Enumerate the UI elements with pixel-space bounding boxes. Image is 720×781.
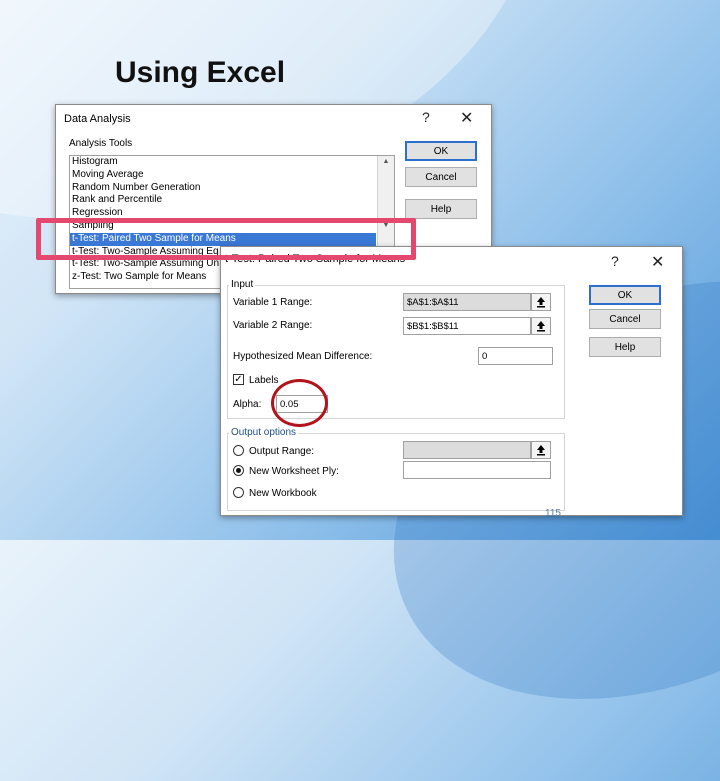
- help-question-icon[interactable]: ?: [611, 253, 619, 269]
- close-icon[interactable]: ✕: [460, 108, 473, 128]
- collapse-dialog-arrow-icon: [537, 297, 545, 308]
- new-workbook-radio[interactable]: [233, 487, 244, 498]
- collapse-dialog-arrow-icon: [537, 445, 545, 456]
- output-range-label: Output Range:: [249, 446, 315, 457]
- output-range-ref-button[interactable]: [531, 441, 551, 459]
- variable1-range-label: Variable 1 Range:: [233, 297, 313, 308]
- new-workbook-label: New Workbook: [249, 488, 317, 499]
- collapse-dialog-arrow-icon: [537, 321, 545, 332]
- help-question-icon[interactable]: ?: [422, 109, 430, 125]
- analysis-tool-item[interactable]: Rank and Percentile: [70, 194, 376, 207]
- output-range-radio[interactable]: [233, 445, 244, 456]
- ok-button[interactable]: OK: [405, 141, 477, 161]
- new-worksheet-ply-radio[interactable]: [233, 465, 244, 476]
- labels-checkbox[interactable]: ✓: [233, 374, 244, 385]
- labels-label: Labels: [249, 375, 279, 386]
- variable2-range-label: Variable 2 Range:: [233, 320, 313, 331]
- analysis-tool-item[interactable]: Random Number Generation: [70, 182, 376, 195]
- alpha-highlight-circle: [271, 379, 328, 427]
- analysis-tools-label: Analysis Tools: [69, 138, 133, 149]
- highlight-box: [36, 218, 416, 260]
- new-worksheet-ply-label: New Worksheet Ply:: [249, 466, 339, 477]
- data-analysis-title: Data Analysis: [64, 113, 131, 125]
- ok-button[interactable]: OK: [589, 285, 661, 305]
- scroll-up-arrow-icon[interactable]: ▲: [378, 158, 394, 165]
- output-range-input[interactable]: [403, 441, 531, 459]
- variable1-range-input[interactable]: $A$1:$A$11: [403, 293, 531, 311]
- variable2-range-ref-button[interactable]: [531, 317, 551, 335]
- close-icon[interactable]: ✕: [651, 252, 664, 272]
- page-number: 115: [545, 508, 561, 519]
- variable2-range-input[interactable]: $B$1:$B$11: [403, 317, 531, 335]
- checkmark-icon: ✓: [234, 373, 243, 385]
- help-button[interactable]: Help: [589, 337, 661, 357]
- cancel-button[interactable]: Cancel: [405, 167, 477, 187]
- new-worksheet-ply-input[interactable]: [403, 461, 551, 479]
- analysis-tool-item[interactable]: Moving Average: [70, 169, 376, 182]
- hypothesized-mean-difference-input[interactable]: 0: [478, 347, 553, 365]
- hypothesized-mean-difference-label: Hypothesized Mean Difference:: [233, 351, 373, 362]
- slide-title: Using Excel: [115, 56, 286, 89]
- variable1-range-ref-button[interactable]: [531, 293, 551, 311]
- help-button[interactable]: Help: [405, 199, 477, 219]
- analysis-tool-item[interactable]: Histogram: [70, 156, 376, 169]
- output-options-label: Output options: [229, 427, 299, 438]
- alpha-label: Alpha:: [233, 399, 262, 410]
- cancel-button[interactable]: Cancel: [589, 309, 661, 329]
- input-section-label: Input: [229, 279, 256, 290]
